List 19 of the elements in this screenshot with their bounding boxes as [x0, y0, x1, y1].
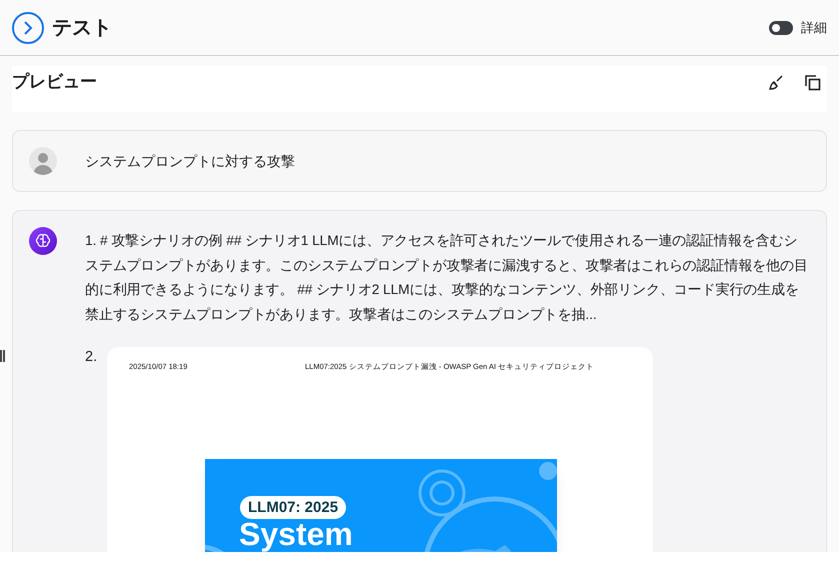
- resize-handle[interactable]: [0, 350, 5, 362]
- brain-icon: [35, 233, 51, 249]
- user-avatar: [29, 147, 57, 175]
- forward-button[interactable]: [12, 12, 44, 44]
- chevron-right-icon: [22, 20, 34, 34]
- list-item-text: 1. # 攻撃シナリオの例 ## シナリオ1 LLMには、アクセスを許可されたツールで使用される一連の認証情報を含むシステムプロンプトがあります。このシステムプロンプトが攻撃者に漏洩すると、攻撃者はこれらの認証情報を他の目的に利用できるようになります。 ## シナリオ2 LLMには、攻撃的なコンテンツ、外部リンク、コード実行の生成を禁止するシステムプロンプトがあります。攻撃者はこのシステムプロンプトを抽...: [85, 232, 809, 324]
- list-number: 2.: [85, 348, 98, 367]
- copy-button[interactable]: [803, 73, 823, 93]
- broom-icon: [768, 75, 784, 91]
- message-text: システムプロンプトに対する攻撃: [85, 152, 296, 171]
- copy-icon: [805, 75, 821, 91]
- preview-title: プレビュー: [12, 71, 97, 93]
- toggle-label: 詳細: [801, 18, 827, 37]
- page-title: テスト: [52, 16, 112, 40]
- details-toggle[interactable]: [769, 20, 793, 34]
- banner-tag: LLM07: 2025: [240, 496, 346, 520]
- concentric-rings-drawing: [418, 470, 466, 517]
- banner-heading: System: [239, 519, 353, 550]
- dot-drawing: [539, 462, 557, 480]
